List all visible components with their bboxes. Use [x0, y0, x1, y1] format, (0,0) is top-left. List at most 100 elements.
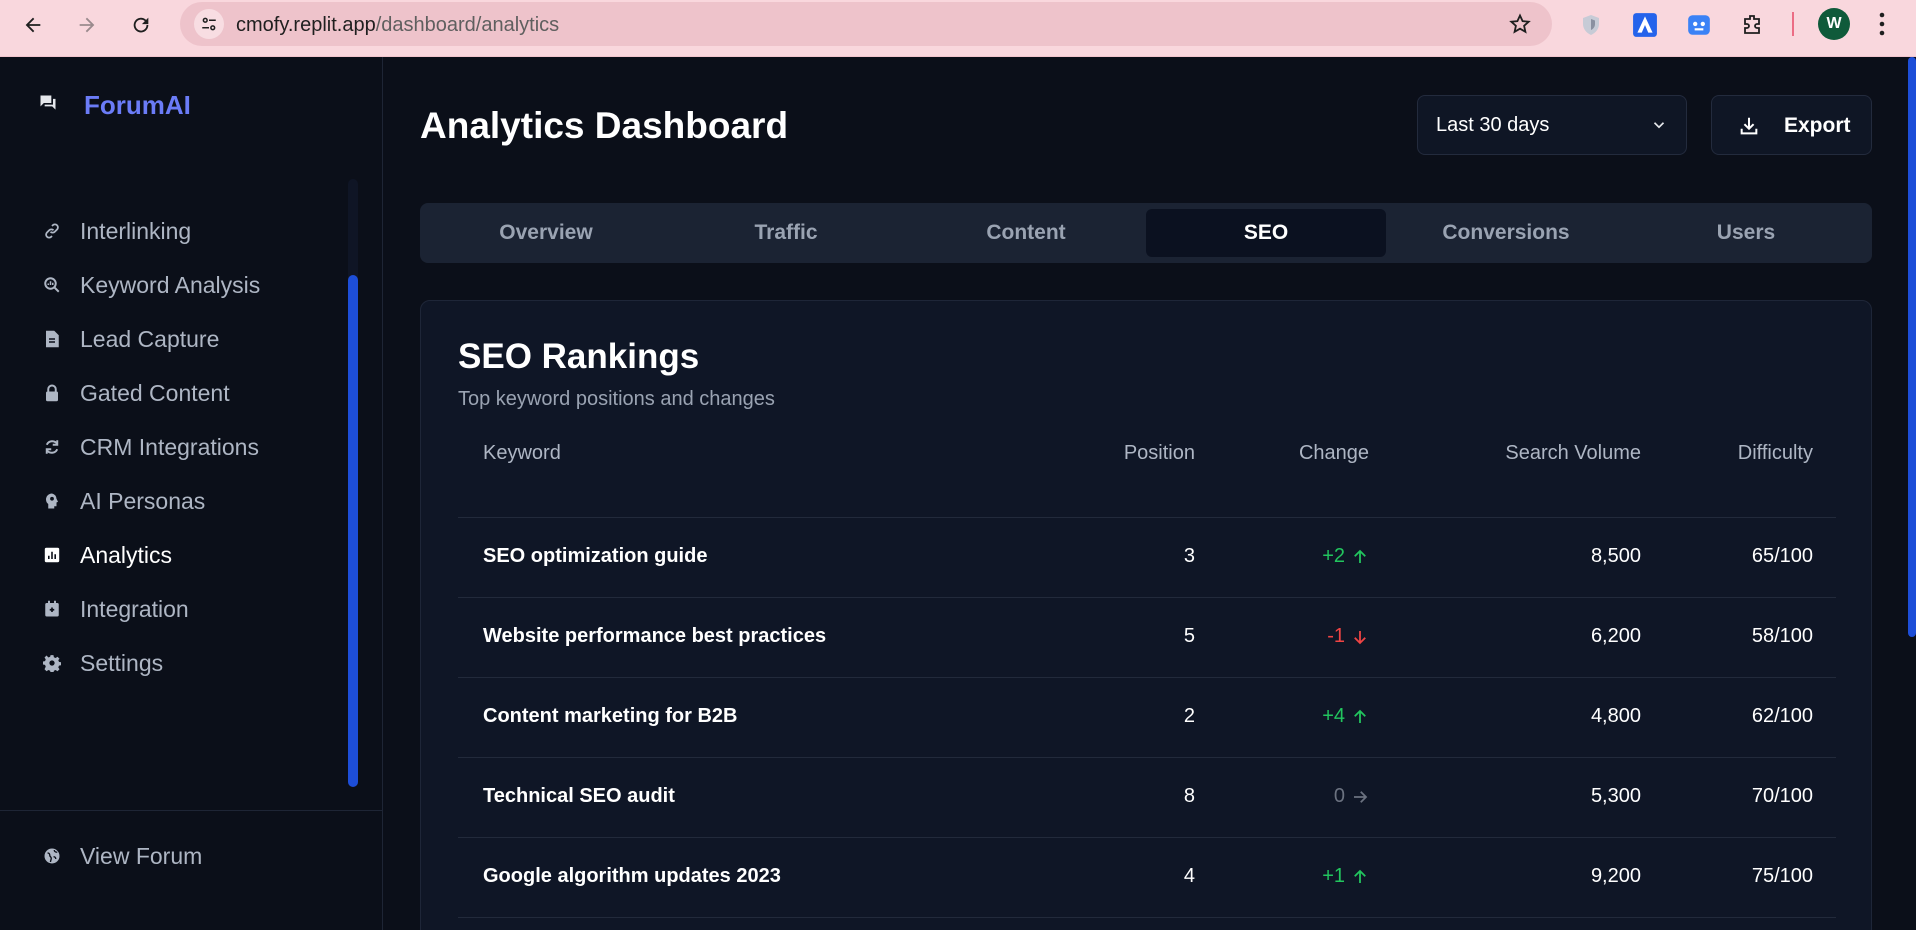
globe-icon [42, 846, 62, 866]
change-cell: +2 [1201, 545, 1369, 568]
change-cell: 0 [1201, 785, 1369, 808]
plug-icon [42, 599, 62, 619]
browser-menu-icon[interactable] [1878, 10, 1886, 43]
profile-avatar[interactable]: W [1818, 8, 1850, 40]
view-forum-link[interactable]: View Forum [0, 832, 340, 880]
keyword-cell: Technical SEO audit [483, 785, 675, 807]
search-volume-cell: 9,200 [1590, 865, 1641, 887]
tab-conversions[interactable]: Conversions [1386, 209, 1626, 257]
sidebar-item-lead-capture[interactable]: Lead Capture [0, 315, 340, 363]
sidebar-item-integration[interactable]: Integration [0, 585, 340, 633]
date-range-value: Last 30 days [1436, 114, 1550, 136]
tab-content[interactable]: Content [906, 209, 1146, 257]
sidebar-item-keyword-analysis[interactable]: Keyword Analysis [0, 261, 340, 309]
table-row[interactable]: SEO optimization guide 3 +2 8,500 65/100 [458, 517, 1836, 597]
change-value: 0 [1333, 785, 1345, 807]
sidebar-item-label: Lead Capture [80, 325, 220, 352]
search-volume-cell: 6,200 [1590, 625, 1641, 647]
tab-users[interactable]: Users [1626, 209, 1866, 257]
brand[interactable]: ForumAI [38, 90, 191, 120]
column-header-keyword[interactable]: Keyword [483, 442, 561, 465]
export-label: Export [1784, 114, 1851, 137]
sidebar-item-label: Interlinking [80, 217, 192, 244]
page-scrollbar[interactable] [1908, 57, 1916, 637]
column-header-difficulty[interactable]: Difficulty [1651, 442, 1813, 465]
position-cell: 5 [1183, 625, 1195, 647]
date-range-select[interactable]: Last 30 days [1417, 95, 1687, 155]
search-chart-icon [42, 275, 62, 295]
sidebar-item-interlinking[interactable]: Interlinking [0, 207, 340, 255]
toolbar-divider [1792, 12, 1794, 36]
address-bar[interactable]: cmofy.replit.app/dashboard/analytics [180, 2, 1552, 46]
brand-name: ForumAI [84, 90, 191, 120]
position-cell: 4 [1183, 865, 1195, 887]
difficulty-cell: 62/100 [1751, 705, 1813, 727]
back-arrow-icon [25, 17, 41, 33]
reload-button[interactable] [124, 8, 158, 42]
sidebar-item-label: AI Personas [80, 487, 206, 514]
view-forum-label: View Forum [80, 842, 203, 869]
robot-extension-icon[interactable] [1684, 10, 1714, 40]
difficulty-cell: 70/100 [1751, 785, 1813, 807]
sidebar-scrollbar[interactable] [348, 275, 358, 787]
back-button[interactable] [16, 8, 50, 42]
tab-seo[interactable]: SEO [1146, 209, 1386, 257]
forward-arrow-icon [79, 17, 95, 33]
arrow-right-icon [1354, 790, 1368, 803]
sidebar-item-label: Integration [80, 595, 189, 622]
browser-toolbar: cmofy.replit.app/dashboard/analytics W [0, 0, 1916, 57]
table-row[interactable]: Website performance best practices 5 -1 … [458, 597, 1836, 677]
link-icon [42, 221, 62, 241]
sidebar-item-label: CRM Integrations [80, 433, 259, 460]
change-cell: +1 [1201, 865, 1369, 888]
sidebar-item-label: Gated Content [80, 379, 230, 406]
download-icon [1738, 115, 1760, 142]
column-header-search-volume[interactable]: Search Volume [1381, 442, 1641, 465]
export-button[interactable]: Export [1711, 95, 1872, 155]
keyword-cell: Content marketing for B2B [483, 705, 738, 727]
table-row[interactable]: Content marketing for B2B 2 +4 4,800 62/… [458, 677, 1836, 757]
change-cell: +4 [1201, 705, 1369, 728]
change-value: +1 [1322, 865, 1345, 887]
change-value: +2 [1322, 545, 1345, 567]
table-row[interactable]: Google algorithm updates 2023 4 +1 9,200… [458, 837, 1836, 917]
shield-extension-icon[interactable] [1576, 10, 1606, 40]
sidebar-item-analytics[interactable]: Analytics [0, 531, 340, 579]
triangle-extension-icon[interactable] [1630, 10, 1660, 40]
lock-icon [42, 383, 62, 403]
sidebar-item-label: Analytics [80, 541, 173, 568]
column-header-change[interactable]: Change [1201, 442, 1369, 465]
table-row-divider [458, 917, 1836, 930]
sidebar-item-ai-personas[interactable]: AI Personas [0, 477, 340, 525]
document-icon [42, 329, 62, 349]
sidebar-divider [0, 810, 383, 811]
forward-button[interactable] [70, 8, 104, 42]
site-info-icon[interactable] [194, 9, 224, 39]
change-cell: -1 [1201, 625, 1369, 648]
arrow-up-icon [1354, 709, 1366, 723]
tab-overview[interactable]: Overview [426, 209, 666, 257]
position-cell: 3 [1183, 545, 1195, 567]
sidebar-item-crm-integrations[interactable]: CRM Integrations [0, 423, 340, 471]
reload-icon [133, 17, 149, 33]
table-row[interactable]: Technical SEO audit 8 0 5,300 70/100 [458, 757, 1836, 837]
column-header-position[interactable]: Position [901, 442, 1195, 465]
arrow-up-icon [1354, 869, 1366, 883]
tab-traffic[interactable]: Traffic [666, 209, 906, 257]
seo-rankings-card: SEO Rankings Top keyword positions and c… [420, 300, 1872, 930]
sidebar-item-gated-content[interactable]: Gated Content [0, 369, 340, 417]
change-value: +4 [1322, 705, 1345, 727]
page-title: Analytics Dashboard [420, 105, 789, 146]
sync-icon [42, 437, 62, 457]
chevron-down-icon [1650, 116, 1668, 139]
sidebar-item-label: Settings [80, 649, 164, 676]
sidebar-item-settings[interactable]: Settings [0, 639, 340, 687]
url-text: cmofy.replit.app/dashboard/analytics [236, 14, 560, 36]
analytics-icon [42, 545, 62, 565]
extensions-puzzle-icon[interactable] [1738, 10, 1768, 40]
forum-chat-icon [40, 95, 56, 110]
gear-icon [42, 653, 62, 673]
card-subtitle: Top keyword positions and changes [458, 388, 775, 410]
bookmark-star-icon[interactable] [1508, 12, 1532, 41]
keyword-cell: Google algorithm updates 2023 [483, 865, 781, 887]
